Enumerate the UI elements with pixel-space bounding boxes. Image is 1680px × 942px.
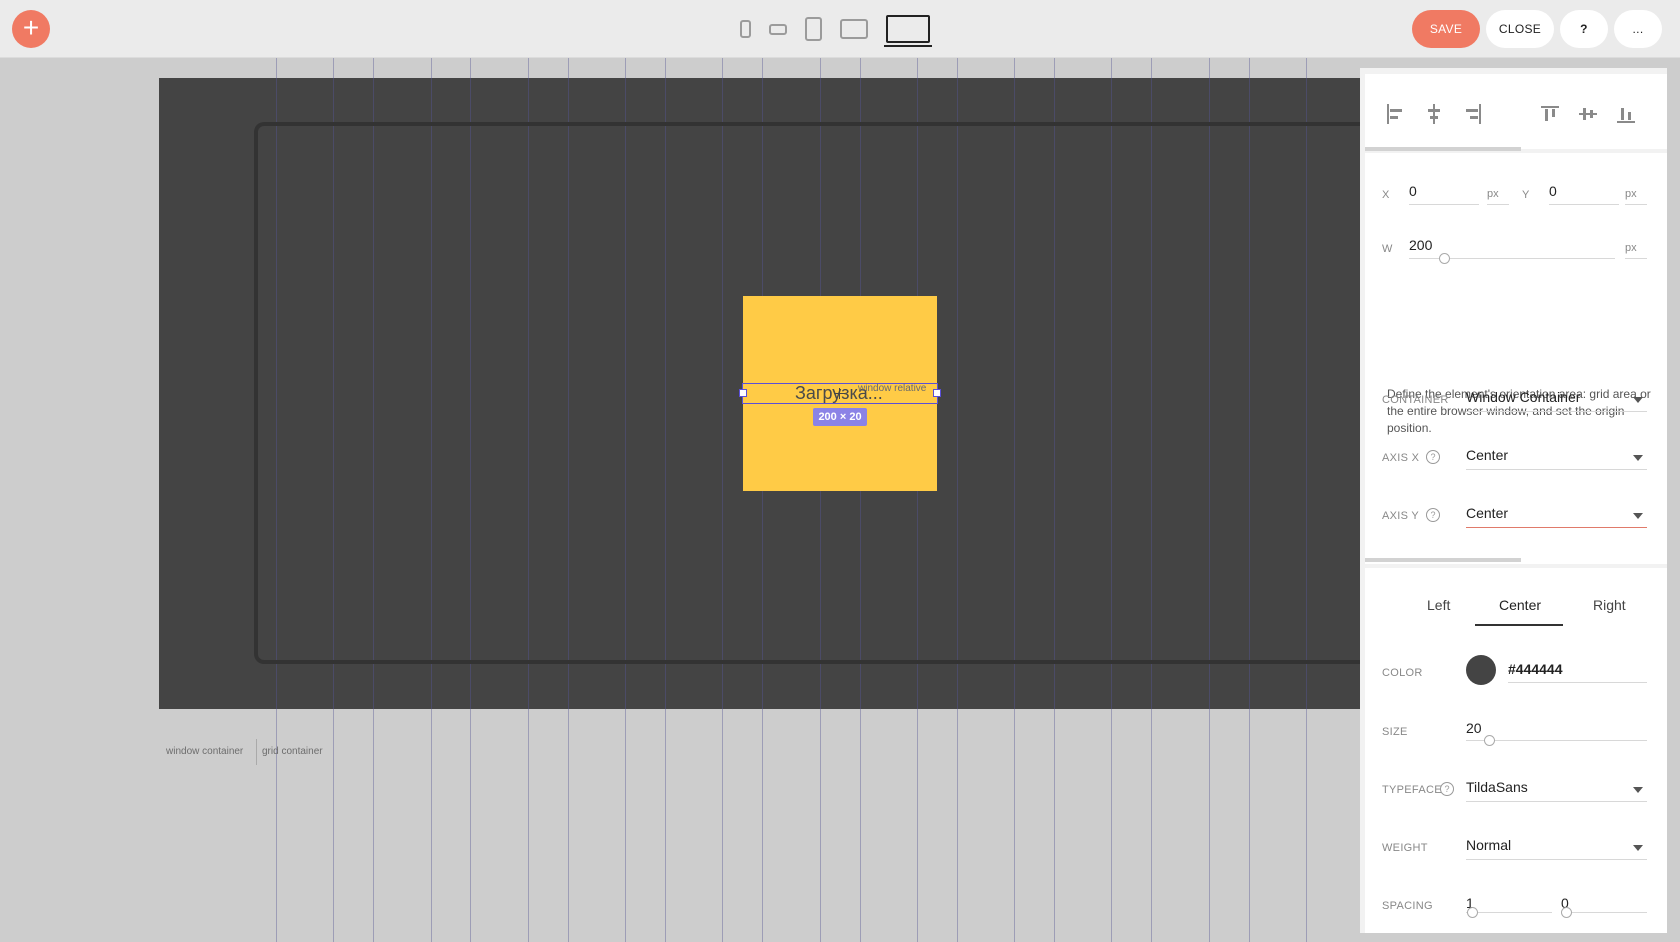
x-input[interactable]: 0 bbox=[1409, 183, 1417, 199]
typeface-select[interactable]: TildaSans bbox=[1466, 779, 1528, 795]
size-badge: 200 × 20 bbox=[813, 408, 867, 426]
weight-label: WEIGHT bbox=[1382, 842, 1428, 854]
x-unit: px bbox=[1487, 188, 1499, 200]
container-label: CONTAINER bbox=[1382, 394, 1449, 406]
panel-scroll-indicator bbox=[1365, 558, 1521, 562]
device-switcher bbox=[740, 12, 932, 47]
alignment-toolbar bbox=[1387, 104, 1635, 124]
window-relative-label: window relative bbox=[858, 383, 927, 394]
align-center-h-icon[interactable] bbox=[1425, 104, 1443, 124]
phone-portrait-icon[interactable] bbox=[740, 20, 751, 38]
phone-landscape-icon[interactable] bbox=[769, 23, 787, 35]
axis-x-help-icon[interactable]: ? bbox=[1426, 450, 1440, 464]
tab-right[interactable]: Right bbox=[1593, 597, 1626, 613]
letter-spacing-slider-track[interactable] bbox=[1466, 912, 1552, 913]
color-label: COLOR bbox=[1382, 667, 1423, 679]
close-button[interactable]: CLOSE bbox=[1486, 10, 1554, 48]
y-unit-underline bbox=[1625, 204, 1647, 205]
w-unit-underline bbox=[1625, 258, 1647, 259]
axis-y-label: AXIS Y bbox=[1382, 510, 1420, 522]
color-input[interactable]: #444444 bbox=[1508, 661, 1563, 677]
line-spacing-slider-track[interactable] bbox=[1561, 912, 1647, 913]
axis-y-select-underline bbox=[1466, 527, 1647, 528]
typeface-select-underline bbox=[1466, 801, 1647, 802]
position-card: X 0 px Y 0 px W 200 px Define the elemen… bbox=[1365, 153, 1667, 564]
axis-y-chevron-down-icon[interactable] bbox=[1633, 513, 1643, 519]
x-unit-underline bbox=[1487, 204, 1509, 205]
toolbar-actions: SAVE CLOSE ? ... bbox=[1412, 10, 1662, 48]
desktop-icon[interactable] bbox=[884, 15, 932, 47]
x-label: X bbox=[1382, 189, 1390, 201]
weight-select-underline bbox=[1466, 859, 1647, 860]
typeface-label: TYPEFACE bbox=[1382, 784, 1442, 796]
axis-x-label: AXIS X bbox=[1382, 452, 1420, 464]
alignment-card bbox=[1365, 74, 1667, 149]
tablet-portrait-icon[interactable] bbox=[805, 17, 822, 41]
resize-handle-left[interactable] bbox=[739, 389, 747, 397]
tab-center[interactable]: Center bbox=[1499, 597, 1541, 613]
label-divider bbox=[256, 739, 257, 765]
y-input-underline bbox=[1549, 204, 1619, 205]
align-top-icon[interactable] bbox=[1541, 104, 1559, 124]
tab-left[interactable]: Left bbox=[1427, 597, 1450, 613]
typeface-chevron-down-icon[interactable] bbox=[1633, 787, 1643, 793]
size-input[interactable]: 20 bbox=[1466, 720, 1482, 736]
settings-panel: X 0 px Y 0 px W 200 px Define the elemen… bbox=[1360, 68, 1667, 933]
container-select[interactable]: Window Container bbox=[1466, 389, 1580, 405]
grid-container-label: grid container bbox=[262, 746, 323, 757]
w-label: W bbox=[1382, 243, 1393, 255]
w-input[interactable]: 200 bbox=[1409, 237, 1432, 253]
save-button[interactable]: SAVE bbox=[1412, 10, 1480, 48]
size-slider-knob[interactable] bbox=[1484, 735, 1495, 746]
w-slider-knob[interactable] bbox=[1439, 253, 1450, 264]
x-input-underline bbox=[1409, 204, 1479, 205]
text-align-tabs: Left Center Right bbox=[1365, 597, 1667, 627]
y-unit: px bbox=[1625, 188, 1637, 200]
window-container-label: window container bbox=[166, 746, 244, 757]
typography-card: Left Center Right COLOR #444444 SIZE 20 … bbox=[1365, 568, 1667, 933]
axis-x-select-underline bbox=[1466, 469, 1647, 470]
more-button[interactable]: ... bbox=[1614, 10, 1662, 48]
color-input-underline bbox=[1508, 682, 1647, 683]
align-left-icon[interactable] bbox=[1387, 104, 1405, 124]
active-tab-indicator bbox=[1475, 624, 1563, 626]
axis-x-select[interactable]: Center bbox=[1466, 447, 1508, 463]
tablet-landscape-icon[interactable] bbox=[840, 19, 868, 39]
y-label: Y bbox=[1522, 189, 1530, 201]
axis-y-select[interactable]: Center bbox=[1466, 505, 1508, 521]
top-toolbar: + SAVE CLOSE ? ... bbox=[0, 0, 1680, 58]
align-spacer bbox=[1501, 104, 1521, 124]
axis-y-help-icon[interactable]: ? bbox=[1426, 508, 1440, 522]
align-center-v-icon[interactable] bbox=[1579, 104, 1597, 124]
add-block-button[interactable]: + bbox=[12, 10, 50, 48]
align-bottom-icon[interactable] bbox=[1617, 104, 1635, 124]
spacing-label: SPACING bbox=[1382, 900, 1433, 912]
align-right-icon[interactable] bbox=[1463, 104, 1481, 124]
typeface-help-icon[interactable]: ? bbox=[1440, 782, 1454, 796]
origin-crosshair-icon bbox=[834, 388, 845, 399]
weight-chevron-down-icon[interactable] bbox=[1633, 845, 1643, 851]
help-button[interactable]: ? bbox=[1560, 10, 1608, 48]
panel-scroll-indicator bbox=[1365, 147, 1521, 151]
line-spacing-slider-knob[interactable] bbox=[1561, 907, 1572, 918]
container-select-underline bbox=[1466, 411, 1647, 412]
size-label: SIZE bbox=[1382, 726, 1408, 738]
w-unit: px bbox=[1625, 242, 1637, 254]
letter-spacing-slider-knob[interactable] bbox=[1467, 907, 1478, 918]
resize-handle-right[interactable] bbox=[933, 389, 941, 397]
axis-x-chevron-down-icon[interactable] bbox=[1633, 455, 1643, 461]
color-swatch[interactable] bbox=[1466, 655, 1496, 685]
container-chevron-down-icon[interactable] bbox=[1633, 397, 1643, 403]
y-input[interactable]: 0 bbox=[1549, 183, 1557, 199]
weight-select[interactable]: Normal bbox=[1466, 837, 1511, 853]
